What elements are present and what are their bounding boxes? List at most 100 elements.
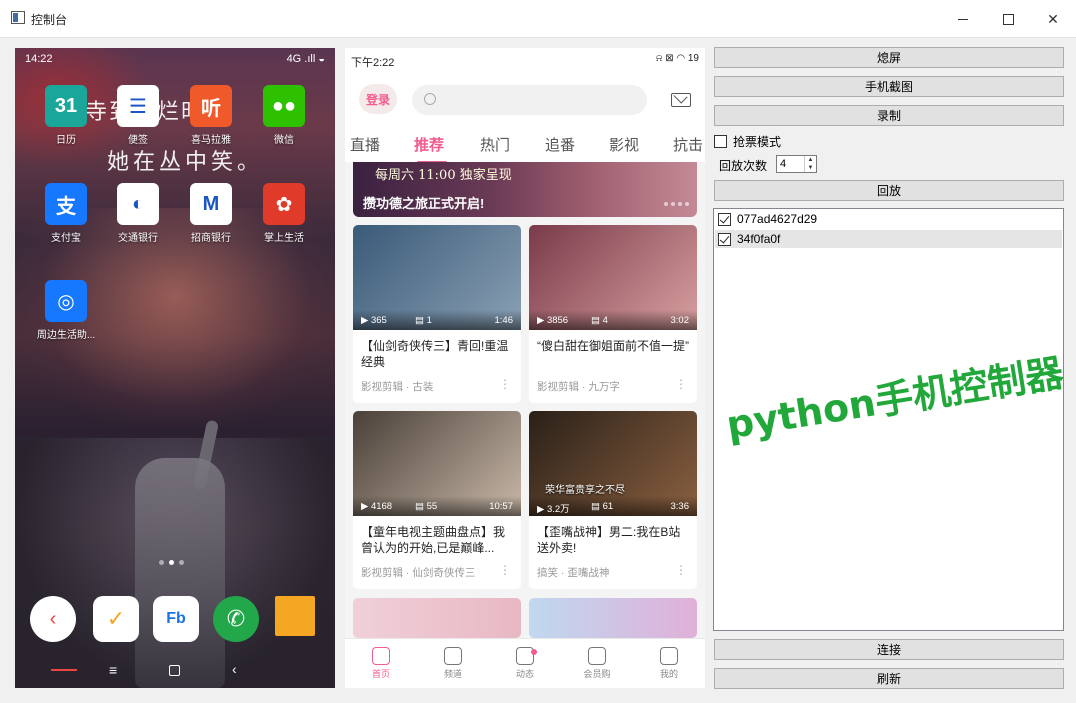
banner-indicator [664, 202, 689, 206]
record-button[interactable]: 录制 [714, 105, 1064, 126]
video-stats: ▶ 4168 ▤ 55 10:57 [353, 496, 521, 516]
search-input[interactable] [412, 85, 647, 115]
app-label: 交通银行 [118, 233, 158, 244]
app-label: 支付宝 [51, 233, 81, 244]
video-duration: 1:46 [494, 315, 514, 326]
tab-3[interactable]: 追番 [545, 134, 575, 155]
more-icon[interactable]: ⋮ [499, 563, 511, 577]
login-button[interactable]: 登录 [359, 84, 397, 114]
replay-button[interactable]: 回放 [714, 180, 1064, 201]
minimize-button[interactable] [940, 0, 986, 38]
bank-icon: ◐ [117, 183, 159, 225]
app-alipay[interactable]: 支支付宝 [34, 183, 98, 244]
home-icon[interactable] [169, 665, 180, 676]
video-stats: ▶ 3.2万 ▤ 61 3:36 [529, 496, 697, 516]
device-list-item[interactable]: 077ad4627d29 [715, 210, 1062, 228]
view-count: ▶ 3856 [537, 315, 569, 326]
search-icon [424, 93, 436, 105]
back-dock-icon[interactable]: ‹ [30, 596, 76, 642]
thumbnail-caption: 荣华富贵享之不尽 [545, 485, 625, 496]
nav-label: 会员购 [583, 669, 611, 679]
more-icon[interactable]: ⋮ [675, 377, 687, 391]
video-title: 【歪嘴战神】男二:我在B站送外卖! [537, 525, 681, 555]
screenshot-button[interactable]: 手机截图 [714, 76, 1064, 97]
video-card[interactable]: ▶ 4168 ▤ 55 10:57 【童年电视主题曲盘点】我曾认为的开始,已是巅峰..… [353, 411, 521, 589]
check-icon[interactable] [718, 232, 731, 246]
video-title: 【童年电视主题曲盘点】我曾认为的开始,已是巅峰... [361, 525, 506, 555]
connect-button[interactable]: 连接 [714, 639, 1064, 660]
notes-icon: ☰ [117, 85, 159, 127]
device-id: 077ad4627d29 [737, 212, 818, 226]
tab-1[interactable]: 推荐 [414, 134, 448, 164]
app-wechat[interactable]: ●● 微信 [252, 85, 316, 146]
danmaku-count: ▤ 1 [415, 315, 432, 326]
todo-dock-icon[interactable]: ✓ [93, 596, 139, 642]
device-list-item[interactable]: 34f0fa0f [715, 230, 1062, 248]
app-bank[interactable]: ◐ 交通银行 [106, 183, 170, 244]
maximize-button[interactable] [985, 0, 1031, 38]
nav-icon [372, 647, 390, 665]
refresh-button[interactable]: 刷新 [714, 668, 1064, 689]
tab-0[interactable]: 直播 [350, 134, 380, 155]
video-tag: 搞笑 · 歪嘴战神 [537, 567, 610, 579]
fb-dock-icon[interactable]: Fb [153, 596, 199, 642]
view-count: ▶ 365 [361, 315, 387, 326]
video-duration: 10:57 [489, 501, 513, 512]
menu-icon[interactable]: ≡ [109, 662, 117, 678]
himalaya-icon: 听 [190, 85, 232, 127]
phone-dock-icon[interactable]: ✆ [213, 596, 259, 642]
phone1-status-icons: 4G .ıll ◒ [286, 53, 325, 65]
checkbox-icon [714, 135, 727, 148]
notification-dot [531, 649, 537, 655]
nav-icon [660, 647, 678, 665]
video-card[interactable]: 荣华富贵享之不尽 ▶ 3.2万 ▤ 61 3:36 【歪嘴战神】男二:我在B站送外卖! 搞… [529, 411, 697, 589]
mail-icon[interactable] [671, 93, 691, 107]
banner-subtitle: 每周六 11:00 独家呈现 [375, 168, 512, 183]
app-nearby[interactable]: ◎ 周边生活助... [34, 280, 98, 341]
app-lifestyle[interactable]: ✿ 掌上生活 [252, 183, 316, 244]
replay-count-value: 4 [780, 158, 787, 170]
more-icon[interactable]: ⋮ [675, 563, 687, 577]
screen-off-button[interactable]: 熄屏 [714, 47, 1064, 68]
video-card[interactable]: ▶ 365 ▤ 1 1:46 【仙剑奇侠传三】青回!重温经典 影视剪辑 · 古装 ⋮ [353, 225, 521, 403]
close-button[interactable]: ✕ [1030, 0, 1076, 38]
video-card[interactable] [529, 598, 697, 638]
tab-4[interactable]: 影视 [609, 134, 639, 155]
check-icon[interactable] [718, 212, 731, 226]
replay-count-spinbox[interactable]: 4 ▲ ▼ [776, 155, 817, 173]
bottom-nav: 首页 频道 动态 会员购 我的 [345, 638, 705, 688]
title-bar: 控制台 ✕ [0, 0, 1076, 38]
nav-label: 频道 [443, 669, 462, 679]
nav-item-1[interactable]: 频道 [423, 643, 483, 680]
message-dock-icon[interactable]: ▰ [275, 596, 315, 636]
spin-arrows-icon[interactable]: ▲ ▼ [804, 156, 816, 172]
more-icon[interactable]: ⋮ [499, 377, 511, 391]
nav-item-3[interactable]: 会员购 [567, 643, 627, 680]
nav-item-0[interactable]: 首页 [351, 643, 411, 680]
app-himalaya[interactable]: 听喜马拉雅 [179, 85, 243, 146]
tab-2[interactable]: 热门 [480, 134, 510, 155]
replay-count-label: 回放次数 [719, 159, 768, 173]
nav-item-4[interactable]: 我的 [639, 643, 699, 680]
video-title: 【仙剑奇侠传三】青回!重温经典 [361, 339, 509, 369]
video-thumbnail: 荣华富贵享之不尽 ▶ 3.2万 ▤ 61 3:36 [529, 411, 697, 516]
grab-mode-checkbox[interactable]: 抢票模式 [714, 133, 781, 150]
tab-5[interactable]: 抗击 [673, 134, 703, 155]
video-title: “傻白甜在御姐面前不值一提” [537, 339, 689, 353]
app-cmb[interactable]: M 招商银行 [179, 183, 243, 244]
promo-banner[interactable]: 每周六 11:00 独家呈现 攒功德之旅正式开启! [353, 162, 697, 217]
app-header: 登录 [345, 72, 705, 126]
phone-screen-2[interactable]: 下午2:22 ⍾ ⊠ ◠ 19 登录 直播 推荐 热门 追番 影视 抗击 每周六 11:0… [345, 48, 705, 688]
nav-item-2[interactable]: 动态 [495, 643, 555, 680]
video-card[interactable] [353, 598, 521, 638]
back-icon[interactable]: ‹ [232, 661, 237, 677]
video-thumbnail: ▶ 365 ▤ 1 1:46 [353, 225, 521, 330]
app-calendar[interactable]: 31 日历 [34, 85, 98, 146]
video-card[interactable]: ▶ 3856 ▤ 4 3:02 “傻白甜在御姐面前不值一提” 影视剪辑 · 九万字 ⋮ [529, 225, 697, 403]
nearby-icon: ◎ [45, 280, 87, 322]
app-notes[interactable]: ☰ 便签 [106, 85, 170, 146]
category-tabs: 直播 推荐 热门 追番 影视 抗击 [345, 126, 705, 164]
phone-screen-1[interactable]: 14:22 4G .ıll ◒ 寺到花烂时 她在丛中笑。 31日历☰便签听喜马拉… [15, 48, 335, 688]
alipay-icon: 支 [45, 183, 87, 225]
video-tag: 影视剪辑 · 九万字 [537, 381, 620, 393]
